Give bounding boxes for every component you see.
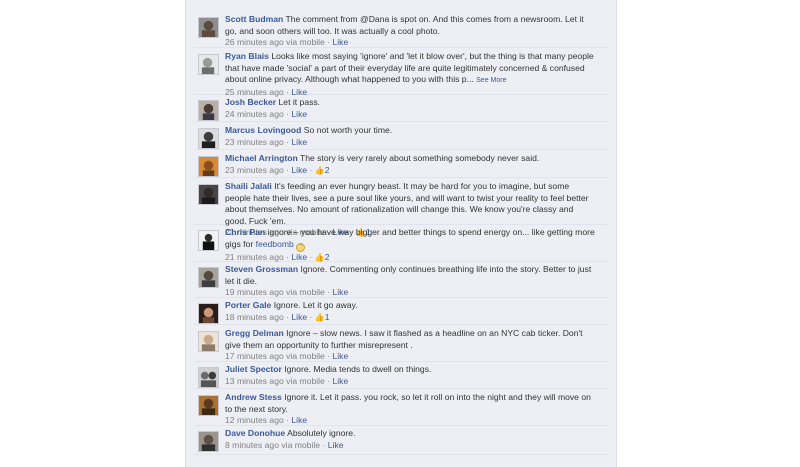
like-count[interactable]: 1: [325, 312, 330, 322]
comment-author-link[interactable]: Michael Arrington: [225, 153, 298, 163]
comment-text: Ignore. Let it go away.: [273, 300, 358, 310]
like-button[interactable]: Like: [291, 252, 307, 262]
comment-body: Andrew Stess Ignore it. Let it pass. you…: [225, 392, 595, 427]
comment-body: Scott Budman The comment from @Dana is s…: [225, 14, 595, 49]
like-button[interactable]: Like: [328, 440, 344, 450]
comment-author-link[interactable]: Andrew Stess: [225, 392, 282, 402]
comment: Andrew Stess Ignore it. Let it pass. you…: [194, 392, 610, 426]
comment-author-link[interactable]: Porter Gale: [225, 300, 271, 310]
avatar[interactable]: [198, 17, 219, 38]
comment-body: Gregg Delman Ignore – slow news. I saw i…: [225, 328, 595, 363]
comment-timestamp[interactable]: 8 minutes ago via mobile: [225, 440, 320, 450]
comment-timestamp[interactable]: 25 minutes ago: [225, 87, 284, 97]
see-more-link[interactable]: See More: [476, 77, 506, 84]
thumbs-up-icon[interactable]: 👍: [315, 253, 325, 262]
comment-author-link[interactable]: Steven Grossman: [225, 264, 298, 274]
comment-author-link[interactable]: Josh Becker: [225, 97, 276, 107]
comment: Shaili Jalali It's feeding an ever hungr…: [194, 181, 610, 237]
separator: ·: [307, 311, 315, 322]
comment-body: Josh Becker Let it pass. 24 minutes ago …: [225, 97, 595, 120]
comment: Michael Arrington The story is very rare…: [194, 153, 610, 178]
comment: Gregg Delman Ignore – slow news. I saw i…: [194, 328, 610, 362]
avatar[interactable]: [198, 100, 219, 121]
avatar[interactable]: [198, 156, 219, 177]
like-button[interactable]: Like: [291, 87, 307, 97]
avatar[interactable]: [198, 395, 219, 416]
comment-text: Ignore. Media tends to dwell on things.: [284, 364, 432, 374]
comment: Juliet Spector Ignore. Media tends to dw…: [194, 364, 610, 389]
comment: Steven Grossman Ignore. Commenting only …: [194, 264, 610, 298]
comment: Chris Pan ignore – you have way bigger a…: [194, 227, 610, 262]
comment-body: Chris Pan ignore – you have way bigger a…: [225, 227, 595, 263]
like-button[interactable]: Like: [291, 109, 307, 119]
comment-timestamp[interactable]: 13 minutes ago via mobile: [225, 376, 325, 386]
like-count[interactable]: 2: [325, 165, 330, 175]
avatar[interactable]: [198, 54, 219, 75]
comment-timestamp[interactable]: 23 minutes ago: [225, 137, 284, 147]
comment-timestamp[interactable]: 21 minutes ago: [225, 252, 284, 262]
like-button[interactable]: Like: [332, 37, 348, 47]
like-button[interactable]: Like: [332, 287, 348, 297]
separator: ·: [307, 164, 315, 175]
avatar[interactable]: [198, 431, 219, 452]
comment-timestamp[interactable]: 19 minutes ago via mobile: [225, 287, 325, 297]
avatar[interactable]: [198, 331, 219, 352]
page-background: Scott Budman The comment from @Dana is s…: [0, 0, 800, 467]
avatar[interactable]: [198, 303, 219, 324]
comments-panel: Scott Budman The comment from @Dana is s…: [185, 0, 617, 467]
comment: Dave Donohue Absolutely ignore. 8 minute…: [194, 428, 610, 455]
comment: Marcus Lovingood So not worth your time.…: [194, 125, 610, 150]
avatar[interactable]: [198, 367, 219, 388]
comment: Porter Gale Ignore. Let it go away. 18 m…: [194, 300, 610, 325]
comment-timestamp[interactable]: 18 minutes ago: [225, 312, 284, 322]
comment-author-link[interactable]: Chris Pan: [225, 227, 265, 237]
comment-body: Ryan Blais Looks like most saying 'ignor…: [225, 51, 595, 98]
like-button[interactable]: Like: [332, 351, 348, 361]
comment-text: Let it pass.: [278, 97, 321, 107]
comment-body: Juliet Spector Ignore. Media tends to dw…: [225, 364, 595, 387]
comment-timestamp[interactable]: 17 minutes ago via mobile: [225, 351, 325, 361]
comment-author-link[interactable]: Scott Budman: [225, 14, 283, 24]
comment-author-link[interactable]: Dave Donohue: [225, 428, 285, 438]
smiley-icon: ᵔ: [296, 242, 306, 252]
like-button[interactable]: Like: [291, 137, 307, 147]
comment-body: Marcus Lovingood So not worth your time.…: [225, 125, 595, 148]
comment-timestamp[interactable]: 26 minutes ago via mobile: [225, 37, 325, 47]
comment-text: Absolutely ignore.: [287, 428, 356, 438]
comment-timestamp[interactable]: 23 minutes ago: [225, 165, 284, 175]
thumbs-up-icon[interactable]: 👍: [315, 313, 325, 322]
comment-body: Steven Grossman Ignore. Commenting only …: [225, 264, 595, 299]
comment: Scott Budman The comment from @Dana is s…: [194, 14, 610, 48]
comment-author-link[interactable]: Gregg Delman: [225, 328, 284, 338]
comment-text: The story is very rarely about something…: [299, 153, 540, 163]
comment-text: It's feeding an ever hungry beast. It ma…: [225, 181, 589, 226]
thumbs-up-icon[interactable]: 👍: [315, 166, 325, 175]
avatar[interactable]: [198, 128, 219, 149]
like-button[interactable]: Like: [291, 312, 307, 322]
comment-timestamp[interactable]: 24 minutes ago: [225, 109, 284, 119]
comment-author-link[interactable]: Ryan Blais: [225, 51, 269, 61]
comment-author-link[interactable]: Juliet Spector: [225, 364, 282, 374]
comment-author-link[interactable]: Shaili Jalali: [225, 181, 272, 191]
comment-text: So not worth your time.: [303, 125, 393, 135]
comment-text: Looks like most saying 'ignore' and 'let…: [225, 51, 594, 84]
avatar[interactable]: [198, 184, 219, 205]
like-button[interactable]: Like: [291, 415, 307, 425]
comment-author-link[interactable]: Marcus Lovingood: [225, 125, 301, 135]
comment: Ryan Blais Looks like most saying 'ignor…: [194, 51, 610, 98]
avatar[interactable]: [198, 230, 219, 251]
feedbomb-link[interactable]: feedbomb: [256, 239, 294, 249]
separator: ·: [320, 439, 328, 450]
comment-body: Porter Gale Ignore. Let it go away. 18 m…: [225, 300, 595, 323]
avatar[interactable]: [198, 267, 219, 288]
like-count[interactable]: 2: [325, 252, 330, 262]
like-button[interactable]: Like: [332, 376, 348, 386]
comment-timestamp[interactable]: 12 minutes ago: [225, 415, 284, 425]
like-button[interactable]: Like: [291, 165, 307, 175]
comment-body: Michael Arrington The story is very rare…: [225, 153, 595, 176]
comment-body: Dave Donohue Absolutely ignore. 8 minute…: [225, 428, 595, 451]
separator: ·: [307, 251, 315, 262]
comment: Josh Becker Let it pass. 24 minutes ago …: [194, 97, 610, 122]
